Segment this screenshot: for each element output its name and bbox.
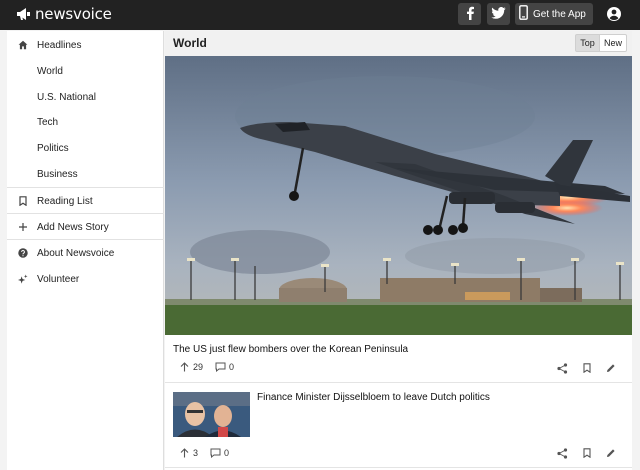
section-title: World <box>173 36 207 50</box>
help-icon <box>18 248 28 258</box>
bookmark-icon[interactable] <box>581 362 593 374</box>
comment-icon[interactable] <box>210 447 221 458</box>
vote-count: 29 <box>193 361 204 372</box>
twitter-icon <box>491 6 506 22</box>
sidebar-item-tech[interactable]: Tech <box>7 109 164 135</box>
story-hero-image[interactable] <box>165 56 632 335</box>
account-icon <box>605 7 623 26</box>
sidebar-item-label: Business <box>37 168 78 180</box>
story-thumbnail[interactable] <box>173 392 250 437</box>
story-divider <box>165 467 632 468</box>
sidebar-item-label: Add News Story <box>37 221 109 233</box>
sidebar-item-business[interactable]: Business <box>7 161 164 187</box>
sidebar-item-label: About Newsvoice <box>37 247 115 259</box>
upvote-icon[interactable] <box>179 447 190 458</box>
sidebar-item-add-news-story[interactable]: Add News Story <box>7 214 164 240</box>
sidebar-item-label: Tech <box>37 116 59 128</box>
share-icon[interactable] <box>556 447 568 459</box>
comment-icon[interactable] <box>215 361 226 372</box>
phone-icon <box>519 5 528 23</box>
story-divider <box>165 382 632 383</box>
sparkle-icon <box>18 274 28 284</box>
get-the-app-label: Get the App <box>533 8 586 20</box>
sidebar-item-about-newsvoice[interactable]: About Newsvoice <box>7 240 164 266</box>
story-meta: 3 0 <box>179 447 241 458</box>
sidebar-item-label: World <box>37 65 63 77</box>
comment-count: 0 <box>229 361 235 372</box>
story-title[interactable]: Finance Minister Dijsselbloem to leave D… <box>257 392 490 403</box>
facebook-icon <box>465 6 475 23</box>
sidebar-item-label: Headlines <box>37 39 82 51</box>
twitter-button[interactable] <box>487 3 510 25</box>
sidebar-item-world[interactable]: World <box>7 58 164 84</box>
facebook-button[interactable] <box>458 3 481 25</box>
story-meta: 29 0 <box>179 361 246 372</box>
sidebar-item-volunteer[interactable]: Volunteer <box>7 266 164 292</box>
sidebar-item-us-national[interactable]: U.S. National <box>7 84 164 110</box>
bookmark-icon <box>18 196 28 206</box>
sidebar-item-label: U.S. National <box>37 91 96 103</box>
story-title[interactable]: The US just flew bombers over the Korean… <box>173 344 408 355</box>
home-icon <box>18 40 28 50</box>
comment-count: 0 <box>224 447 230 458</box>
account-button[interactable] <box>605 5 623 23</box>
edit-icon[interactable] <box>605 447 617 459</box>
sidebar: Headlines World U.S. National Tech Polit… <box>7 31 164 470</box>
sidebar-item-label: Reading List <box>37 195 93 207</box>
newsvoice-logo[interactable]: newsvoice <box>16 4 112 24</box>
sidebar-item-label: Volunteer <box>37 273 80 285</box>
get-the-app-button[interactable]: Get the App <box>515 3 593 25</box>
sidebar-item-reading-list[interactable]: Reading List <box>7 188 164 214</box>
upvote-icon[interactable] <box>179 361 190 372</box>
megaphone-icon <box>16 6 32 22</box>
bookmark-icon[interactable] <box>581 447 593 459</box>
top-bar: newsvoice Get the App <box>0 0 640 30</box>
section-header: World Top New <box>165 31 632 56</box>
sidebar-item-label: Politics <box>37 142 69 154</box>
main-feed: World Top New The US just flew bombers o… <box>165 31 632 470</box>
vote-count: 3 <box>193 447 199 458</box>
sidebar-item-politics[interactable]: Politics <box>7 135 164 161</box>
plus-icon <box>18 222 28 232</box>
edit-icon[interactable] <box>605 362 617 374</box>
sort-top-button[interactable]: Top <box>575 34 600 52</box>
logo-text: newsvoice <box>35 5 112 23</box>
share-icon[interactable] <box>556 362 568 374</box>
sidebar-item-headlines[interactable]: Headlines <box>7 32 164 58</box>
sort-new-button[interactable]: New <box>600 34 627 52</box>
